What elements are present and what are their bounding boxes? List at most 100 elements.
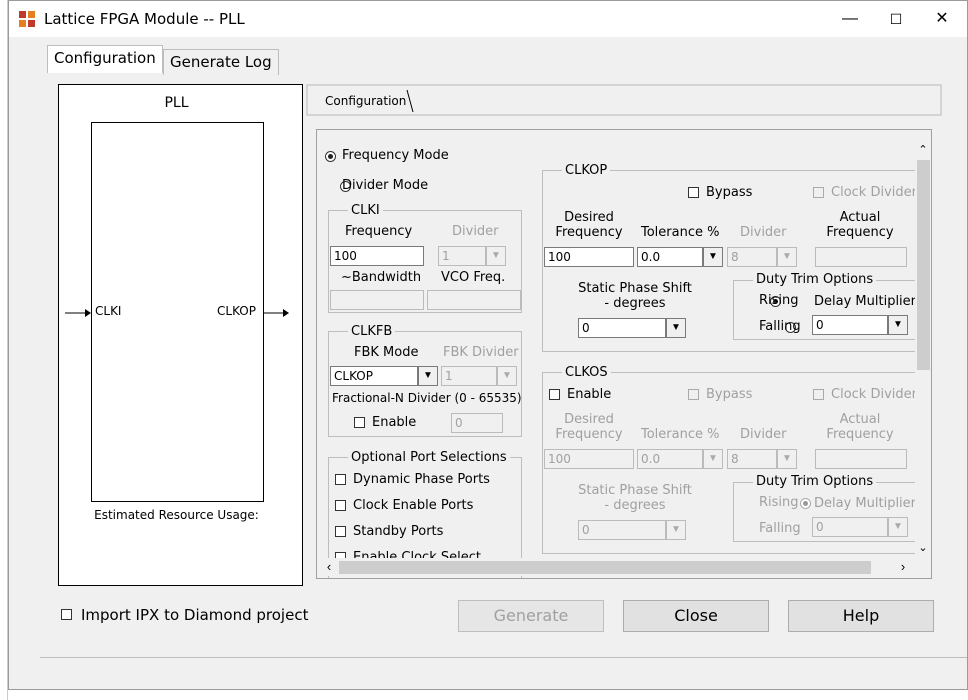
clkop-falling-label: Falling (759, 319, 801, 334)
clkop-divider-select[interactable]: 8 (727, 247, 777, 267)
dynamic-phase-label: Dynamic Phase Ports (353, 472, 490, 487)
frequency-mode-radio[interactable] (325, 151, 336, 162)
clkop-duty-trim-title: Duty Trim Options (753, 272, 877, 287)
chevron-down-icon[interactable]: ▼ (418, 366, 438, 386)
tab-generate-log[interactable]: Generate Log (163, 49, 279, 75)
standby-checkbox[interactable] (335, 526, 346, 537)
clkop-rising-label: Rising (759, 293, 799, 308)
chevron-down-icon[interactable]: ▼ (703, 449, 723, 469)
clkos-desired-freq-input[interactable]: 100 (544, 449, 634, 469)
background-left-edge (0, 0, 8, 700)
help-button[interactable]: Help (788, 600, 934, 632)
clkop-port-label: CLKOP (217, 304, 256, 318)
clkos-enable-checkbox[interactable] (549, 389, 560, 400)
chevron-down-icon[interactable]: ▼ (777, 247, 797, 267)
clkop-desired-freq-input[interactable]: 100 (544, 247, 634, 267)
standby-label: Standby Ports (353, 524, 444, 539)
divider-mode-label: Divider Mode (342, 178, 429, 193)
clkop-actual-freq-label: Actual Frequency (826, 210, 894, 240)
clkop-bypass-label: Bypass (706, 185, 753, 200)
import-ipx-label: Import IPX to Diamond project (81, 606, 309, 624)
clki-group-title: CLKI (348, 203, 383, 218)
clkop-clock-divider-checkbox[interactable] (813, 187, 824, 198)
horizontal-scroll-thumb[interactable] (339, 561, 871, 574)
chevron-down-icon[interactable]: ▼ (888, 315, 908, 335)
optional-ports-title: Optional Port Selections (348, 450, 510, 465)
clkos-actual-freq-label: Actual Frequency (826, 412, 894, 442)
clkop-tolerance-select[interactable]: 0.0 (637, 247, 703, 267)
chevron-down-icon[interactable]: ▼ (497, 366, 517, 386)
clkfb-group-title: CLKFB (348, 324, 396, 339)
clkos-desired-freq-label: Desired Frequency (555, 412, 623, 442)
clki-frequency-label: Frequency (345, 224, 413, 239)
title-bar: Lattice FPGA Module -- PLL — ☐ ✕ (9, 1, 967, 37)
clkos-rising-radio[interactable] (799, 498, 811, 509)
clkop-phase-select[interactable]: 0 (578, 318, 666, 338)
clkos-divider-select[interactable]: 8 (727, 449, 777, 469)
chevron-down-icon[interactable]: ▼ (888, 517, 908, 537)
clki-divider-select[interactable]: 1 (438, 246, 486, 266)
close-window-button[interactable]: ✕ (919, 1, 965, 37)
vco-freq-readout (427, 290, 521, 310)
tab-configuration[interactable]: Configuration (47, 45, 163, 73)
scroll-right-icon[interactable]: › (895, 559, 911, 575)
fractional-n-input[interactable]: 0 (451, 413, 503, 433)
diagram-title: PLL (164, 95, 189, 111)
clkop-actual-freq-readout (815, 247, 907, 267)
clki-arrow-icon (65, 306, 91, 317)
clki-frequency-input[interactable]: 100 (330, 246, 424, 266)
fractional-n-label: Fractional-N Divider (0 - 65535) (332, 391, 522, 405)
clkop-bypass-checkbox[interactable] (688, 187, 699, 198)
chevron-down-icon[interactable]: ▼ (486, 246, 506, 266)
clock-enable-checkbox[interactable] (335, 500, 346, 511)
clkos-actual-freq-readout (815, 449, 907, 469)
scroll-down-icon[interactable]: ⌄ (915, 540, 931, 556)
fbk-divider-select[interactable]: 1 (441, 366, 497, 386)
clkop-arrow-icon (263, 306, 289, 317)
chevron-down-icon[interactable]: ▼ (703, 247, 723, 267)
clkop-divider-label: Divider (740, 225, 787, 240)
bandwidth-label: ~Bandwidth (341, 270, 422, 285)
clkop-phase-label: Static Phase Shift - degrees (578, 281, 692, 311)
clkos-group-title: CLKOS (562, 365, 611, 380)
import-ipx-checkbox[interactable] (61, 609, 72, 620)
clkos-clock-divider-label: Clock Divider (831, 387, 917, 402)
fractional-enable-label: Enable (372, 415, 417, 430)
dynamic-phase-checkbox[interactable] (335, 474, 346, 485)
window-title: Lattice FPGA Module -- PLL (44, 10, 245, 28)
clkop-desired-freq-label: Desired Frequency (555, 210, 623, 240)
resource-usage-label: Estimated Resource Usage: (94, 508, 259, 522)
maximize-button[interactable]: ☐ (873, 1, 919, 37)
clkos-duty-trim-title: Duty Trim Options (753, 474, 877, 489)
chevron-down-icon[interactable]: ▼ (666, 520, 686, 540)
fbk-divider-label: FBK Divider (443, 345, 519, 360)
clkop-delay-mult-label: Delay Multiplier (814, 294, 917, 309)
chevron-down-icon[interactable]: ▼ (666, 318, 686, 338)
generate-button[interactable]: Generate (458, 600, 604, 632)
pll-diagram-panel: PLL CLKI CLKOP Estimated Resource Usage: (58, 84, 303, 586)
config-scroll-area: Frequency Mode Divider Mode CLKI Frequen… (316, 129, 932, 579)
inner-tab-configuration[interactable]: Configuration (325, 94, 406, 108)
clkop-group-title: CLKOP (562, 163, 611, 178)
inner-tab-slash (406, 89, 414, 113)
clkos-delay-mult-select[interactable]: 0 (812, 517, 888, 537)
vertical-scroll-thumb[interactable] (917, 160, 930, 370)
clkos-enable-label: Enable (567, 387, 612, 402)
app-icon (19, 11, 35, 27)
clkos-phase-select[interactable]: 0 (578, 520, 666, 540)
fractional-enable-checkbox[interactable] (354, 417, 365, 428)
clkos-bypass-label: Bypass (706, 387, 753, 402)
clkos-tolerance-select[interactable]: 0.0 (637, 449, 703, 469)
clkos-bypass-checkbox[interactable] (688, 389, 699, 400)
clkos-clock-divider-checkbox[interactable] (813, 389, 824, 400)
minimize-button[interactable]: — (827, 1, 873, 37)
chevron-down-icon[interactable]: ▼ (777, 449, 797, 469)
vco-freq-label: VCO Freq. (441, 270, 506, 285)
clkop-delay-mult-select[interactable]: 0 (812, 315, 888, 335)
fbk-mode-select[interactable]: CLKOP (330, 366, 418, 386)
clkop-tolerance-label: Tolerance % (641, 225, 720, 240)
close-button[interactable]: Close (623, 600, 769, 632)
scroll-left-icon[interactable]: ‹ (321, 559, 337, 575)
clock-enable-label: Clock Enable Ports (353, 498, 474, 513)
scroll-up-icon[interactable]: ⌃ (915, 142, 931, 158)
